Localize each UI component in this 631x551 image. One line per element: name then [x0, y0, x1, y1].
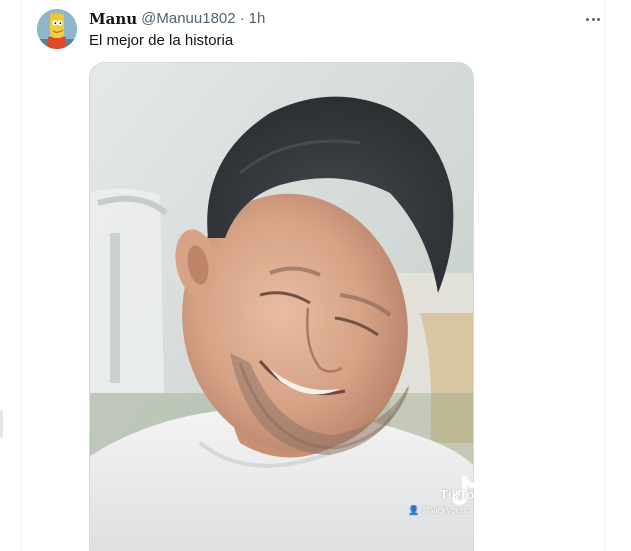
- tiktok-watermark-user: 👤 @vickygenc: [408, 505, 474, 516]
- tweet-header: Manu @Manuu1802 · 1h: [89, 9, 265, 29]
- tweet-media-video[interactable]: [89, 62, 474, 551]
- scroll-indicator: [0, 410, 3, 438]
- author-display-name[interactable]: Manu: [89, 9, 137, 29]
- avatar[interactable]: [37, 9, 77, 49]
- cartoon-character-avatar-icon: [37, 9, 77, 49]
- tweet-text: El mejor de la historia: [89, 32, 234, 49]
- timeline-divider-right: [604, 0, 605, 551]
- author-handle[interactable]: @Manuu1802: [141, 9, 235, 29]
- more-dot: [597, 17, 601, 21]
- more-dot: [591, 17, 595, 21]
- tiktok-watermark-text: TikTo: [440, 487, 474, 502]
- video-still-image: [90, 63, 473, 551]
- more-horizontal-icon: [585, 17, 589, 21]
- tiktok-username: @vickygenc: [421, 505, 471, 515]
- tweet-card[interactable]: Manu @Manuu1802 · 1h El mejor de la hist…: [0, 0, 631, 551]
- timeline-divider-left: [21, 0, 22, 551]
- tweet-timestamp[interactable]: 1h: [249, 9, 266, 29]
- person-icon: 👤: [408, 505, 420, 515]
- more-options-button[interactable]: [580, 8, 606, 30]
- header-separator: ·: [239, 10, 245, 27]
